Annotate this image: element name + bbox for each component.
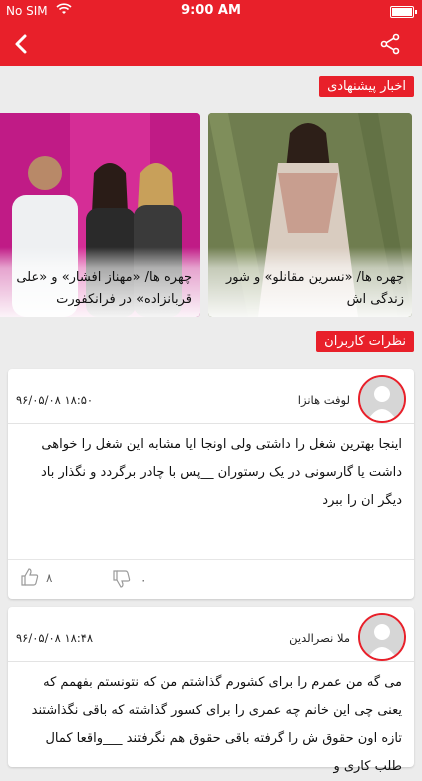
status-bar: No SIM 9:00 AM	[0, 0, 422, 22]
divider	[8, 423, 414, 424]
suggested-news-caption: چهره ها/ «نسرین مقانلو» و شور زندگی اش	[226, 270, 404, 307]
suggested-news-caption: چهره ها/ «مهناز افشار» و «علی قربانزاده»…	[16, 270, 192, 307]
avatar	[358, 613, 406, 661]
suggested-news-card[interactable]: چهره ها/ «مهناز افشار» و «علی قربانزاده»…	[0, 113, 200, 317]
share-icon[interactable]	[378, 32, 402, 56]
comment-date: ۹۶/۰۵/۰۸ ۱۸:۵۰	[16, 393, 94, 407]
suggested-news-header: اخبار پیشنهادی	[319, 76, 414, 97]
battery-icon	[390, 6, 417, 18]
comment-date: ۹۶/۰۵/۰۸ ۱۸:۴۸	[16, 631, 94, 645]
comment-card: لوفت هانزا ۹۶/۰۵/۰۸ ۱۸:۵۰ اینجا بهترین ش…	[8, 369, 414, 599]
divider	[8, 559, 414, 560]
comment-text: اینجا بهترین شغل را داشتی ولی اونجا ایا …	[40, 437, 402, 508]
comment-text: می گه من عمرم را برای کشورم گذاشتم من که…	[31, 675, 402, 774]
dislike-button[interactable]: ۰	[112, 569, 148, 591]
suggested-news-card[interactable]: چهره ها/ «نسرین مقانلو» و شور زندگی اش	[208, 113, 412, 317]
like-button[interactable]: ۸	[20, 567, 54, 589]
comment-author: لوفت هانزا	[297, 393, 350, 407]
thumbs-up-icon	[21, 568, 39, 586]
chevron-left-icon[interactable]	[8, 30, 36, 58]
like-count: ۸	[46, 571, 53, 585]
comment-author: ملا نصرالدین	[289, 631, 350, 645]
user-comments-header: نظرات کاربران	[316, 331, 414, 352]
avatar	[358, 375, 406, 423]
nav-bar	[0, 22, 422, 66]
comment-card: ملا نصرالدین ۹۶/۰۵/۰۸ ۱۸:۴۸ می گه من عمر…	[8, 607, 414, 774]
divider	[8, 661, 414, 662]
clock: 9:00 AM	[181, 3, 241, 18]
thumbs-down-icon	[113, 570, 131, 588]
dislike-count: ۰	[140, 573, 147, 587]
